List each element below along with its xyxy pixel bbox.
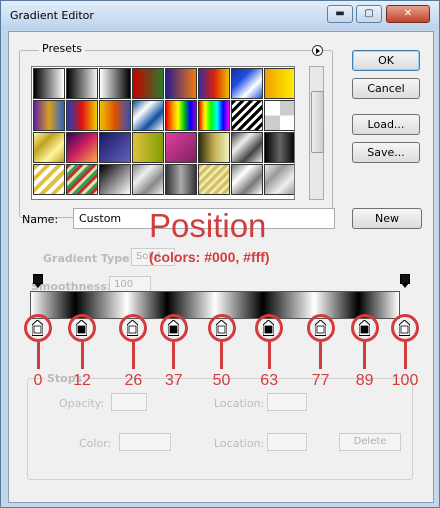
preset-swatch[interactable] — [99, 132, 131, 163]
preset-swatch[interactable] — [99, 164, 131, 195]
preset-swatch[interactable] — [264, 164, 294, 195]
preset-swatch[interactable] — [198, 68, 230, 99]
annotation-connector — [36, 342, 40, 369]
location-label-top: Location: — [214, 397, 265, 410]
stops-group — [27, 378, 413, 480]
stop-position-label: 26 — [124, 372, 143, 389]
presets-scrollbar[interactable] — [309, 66, 324, 200]
preset-swatch[interactable] — [165, 132, 197, 163]
preset-swatch[interactable] — [264, 100, 294, 131]
location-label-bottom: Location: — [214, 437, 265, 450]
preset-swatch[interactable] — [33, 132, 65, 163]
preset-swatch[interactable] — [66, 68, 98, 99]
stop-position-label: 12 — [73, 372, 91, 389]
preset-swatch[interactable] — [231, 68, 263, 99]
annotation-connector — [172, 342, 176, 369]
gradient-type-label: Gradient Type: — [43, 252, 135, 265]
color-stop[interactable] — [314, 319, 327, 336]
preset-swatch[interactable] — [264, 132, 294, 163]
stop-position-label: 77 — [311, 372, 330, 389]
color-stop[interactable] — [398, 319, 411, 336]
annotation-connector — [267, 342, 271, 369]
stop-position-label: 0 — [33, 372, 43, 389]
annotation-connector — [220, 342, 223, 369]
stop-position-label: 37 — [164, 372, 183, 389]
new-button[interactable]: New — [352, 208, 422, 229]
close-icon[interactable]: ✕ — [386, 5, 430, 23]
preset-swatch[interactable] — [231, 164, 263, 195]
color-stop[interactable] — [358, 319, 371, 336]
preset-swatch[interactable] — [132, 164, 164, 195]
load-button[interactable]: Load... — [352, 114, 420, 135]
color-stop[interactable] — [126, 319, 139, 336]
stop-position-label: 100 — [391, 372, 419, 389]
stop-position-label: 63 — [260, 372, 279, 389]
preset-swatch[interactable] — [165, 100, 197, 131]
save-button[interactable]: Save... — [352, 142, 420, 163]
presets-swatch-grid — [31, 66, 295, 200]
cancel-button[interactable]: Cancel — [352, 78, 420, 99]
preset-swatch[interactable] — [132, 100, 164, 131]
color-stop[interactable] — [262, 319, 275, 336]
annotation-subtitle: (colors: #000, #fff) — [149, 249, 270, 265]
stop-position-label: 50 — [212, 372, 231, 389]
dialog-body: Presets OK Cancel Load... Save... Name: … — [8, 31, 434, 503]
color-stop[interactable] — [31, 319, 44, 336]
opacity-stop[interactable] — [33, 274, 43, 288]
minimize-icon[interactable]: ▬ — [327, 5, 353, 23]
preset-swatch[interactable] — [66, 132, 98, 163]
presets-label: Presets — [39, 42, 86, 55]
title-bar[interactable]: Gradient Editor ▬ ▢ ✕ — [1, 1, 439, 29]
color-stop[interactable] — [75, 319, 88, 336]
gradient-editor-window: Gradient Editor ▬ ▢ ✕ Presets OK Cancel … — [0, 0, 440, 508]
preset-swatch[interactable] — [231, 132, 263, 163]
location-input-top[interactable] — [267, 393, 307, 411]
preset-swatch[interactable] — [99, 68, 131, 99]
window-title: Gradient Editor — [10, 9, 94, 22]
stop-position-label: 89 — [355, 372, 374, 389]
color-stop[interactable] — [167, 319, 180, 336]
color-label: Color: — [79, 437, 112, 450]
location-input-bottom[interactable] — [267, 433, 307, 451]
annotation-connector — [363, 342, 367, 369]
preset-swatch[interactable] — [99, 100, 131, 131]
preset-swatch[interactable] — [33, 164, 65, 195]
annotation-connector — [403, 342, 407, 369]
preset-swatch[interactable] — [33, 100, 65, 131]
scrollbar-thumb[interactable] — [311, 91, 324, 153]
preset-swatch[interactable] — [165, 164, 197, 195]
color-swatch[interactable] — [119, 433, 171, 451]
preset-swatch[interactable] — [132, 132, 164, 163]
opacity-input[interactable] — [111, 393, 147, 411]
opacity-stop[interactable] — [400, 274, 410, 288]
preset-swatch[interactable] — [33, 68, 65, 99]
maximize-icon[interactable]: ▢ — [356, 5, 382, 23]
gradient-settings-panel: Gradient Type: Solid Smoothness: 100 Sto… — [19, 242, 419, 497]
preset-swatch[interactable] — [198, 132, 230, 163]
preset-swatch[interactable] — [264, 68, 294, 99]
preset-swatch[interactable] — [198, 164, 230, 195]
opacity-label: Opacity: — [59, 397, 105, 410]
preset-swatch[interactable] — [231, 100, 263, 131]
ok-button[interactable]: OK — [352, 50, 420, 71]
delete-button[interactable]: Delete — [339, 433, 401, 451]
preset-swatch[interactable] — [132, 68, 164, 99]
annotation-title: Position — [149, 207, 267, 244]
color-stop[interactable] — [215, 319, 227, 336]
preset-swatch[interactable] — [66, 100, 98, 131]
name-label: Name: — [22, 213, 59, 226]
preset-swatch[interactable] — [66, 164, 98, 195]
annotation-connector — [319, 342, 323, 369]
annotation-connector — [80, 342, 84, 369]
preset-swatch[interactable] — [165, 68, 197, 99]
annotation-connector — [131, 342, 135, 369]
preset-swatch[interactable] — [198, 100, 230, 131]
flyout-menu-icon[interactable] — [312, 45, 323, 56]
